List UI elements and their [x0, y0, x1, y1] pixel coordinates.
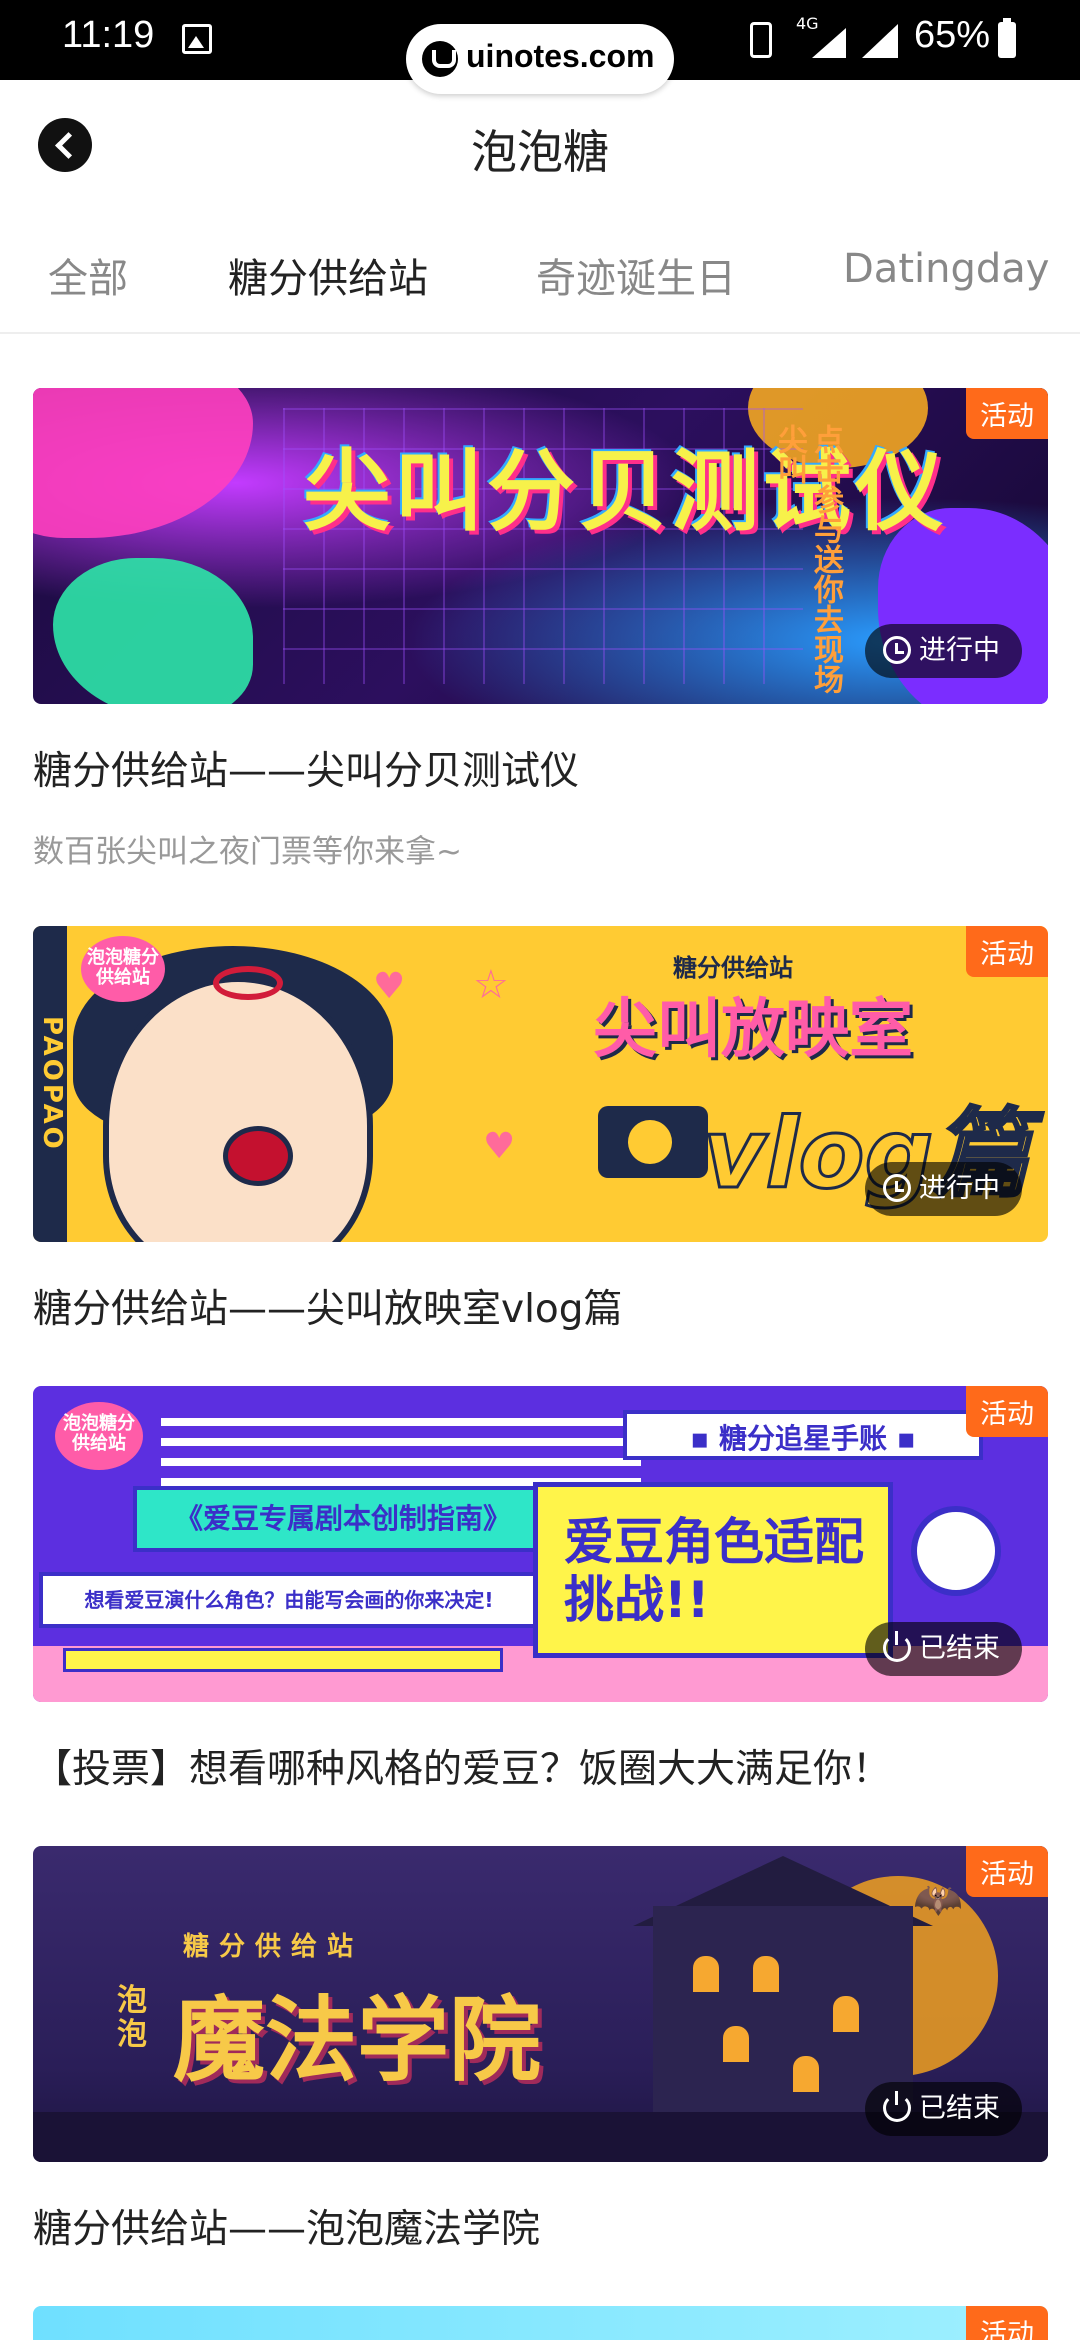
status-chip-label: 进行中: [919, 635, 1000, 666]
banner-logo: 泡泡糖分供给站: [81, 936, 165, 1002]
banner-logo: 泡泡糖分供给站: [55, 1402, 143, 1470]
star-icon: ☆: [473, 962, 509, 1008]
tab-all[interactable]: 全部: [48, 246, 128, 304]
signal-strength-icon: [862, 24, 898, 58]
tab-datingday[interactable]: Datingday: [843, 246, 1049, 292]
banner-desc: 想看爱豆演什么角色？由能写会画的你来决定!: [39, 1572, 539, 1628]
illustration-bow: [213, 966, 283, 1000]
status-chip: 进行中: [865, 624, 1022, 678]
house-window: [793, 2056, 819, 2092]
banner-small-title: 糖分供给站: [183, 1932, 364, 1962]
card-title[interactable]: 糖分供给站——尖叫放映室vlog篇: [33, 1278, 1048, 1334]
activity-tag: 活动: [966, 388, 1048, 439]
activity-tag: 活动: [966, 1846, 1048, 1897]
status-chip: 进行中: [865, 1162, 1022, 1216]
status-chip: 已结束: [865, 1622, 1022, 1676]
banner-guide: 《爱豆专属剧本创制指南》: [133, 1486, 553, 1552]
camera-icon: [598, 1106, 708, 1178]
banner-side-text: 泡泡: [117, 1983, 147, 2052]
house-window: [723, 2026, 749, 2062]
house-window: [833, 1996, 859, 2032]
feed-card[interactable]: 活动: [33, 2306, 1048, 2340]
tab-sugar-station[interactable]: 糖分供给站: [228, 246, 428, 304]
feed-card[interactable]: 尖叫分贝测试仪 点击参与送你去现场尖叫 活动 进行中 糖分供给站——尖叫分贝测试…: [33, 388, 1048, 871]
banner-headline: 爱豆角色适配挑战!!: [533, 1482, 893, 1658]
banner-headline: 尖叫分贝测试仪: [303, 440, 948, 543]
feed-card[interactable]: 🦇 糖分供给站 泡泡 魔法学院 活动 已结束 糖分供给站——泡泡魔法学院: [33, 1846, 1048, 2254]
page-title: 泡泡糖: [471, 125, 609, 179]
clock-icon: [883, 1174, 911, 1202]
card-title[interactable]: 糖分供给站——尖叫分贝测试仪: [33, 740, 1048, 796]
gallery-icon: [182, 24, 212, 54]
nav-bar: 泡泡糖: [0, 80, 1080, 210]
tab-bar: 全部 糖分供给站 奇迹诞生日 Datingday: [0, 210, 1080, 334]
mobile-signal-icon: [812, 28, 846, 58]
smiley-icon: [911, 1506, 1001, 1596]
house-window: [693, 1956, 719, 1992]
status-chip: 已结束: [865, 2082, 1022, 2136]
card-banner[interactable]: 泡泡糖分供给站 ▪ 糖分追星手账 ▪ 《爱豆专属剧本创制指南》 想看爱豆演什么角…: [33, 1386, 1048, 1702]
card-banner[interactable]: 尖叫分贝测试仪 点击参与送你去现场尖叫 活动 进行中: [33, 388, 1048, 704]
uinotes-logo-icon: [422, 41, 458, 77]
banner-decoration: [63, 1648, 503, 1672]
card-banner[interactable]: PAOPAO 泡泡糖分供给站 ♥ ♥ ☆ 糖分供给站 尖叫放映室 vlog篇 活…: [33, 926, 1048, 1242]
banner-headline: 魔法学院: [173, 1987, 542, 2094]
battery-percent: 65%: [914, 14, 991, 56]
power-icon: [883, 1631, 911, 1662]
activity-tag: 活动: [966, 926, 1048, 977]
banner-stripe-text: PAOPAO: [33, 926, 67, 1242]
clock-icon: [883, 636, 911, 664]
app-screen: 11:19 uinotes.com 4G 65% 泡泡糖 全部 糖分供给站 奇迹…: [0, 0, 1080, 2340]
card-subtitle: 数百张尖叫之夜门票等你来拿~: [33, 834, 462, 870]
house-window: [753, 1956, 779, 1992]
feed-card[interactable]: PAOPAO 泡泡糖分供给站 ♥ ♥ ☆ 糖分供给站 尖叫放映室 vlog篇 活…: [33, 926, 1048, 1334]
card-title[interactable]: 【投票】想看哪种风格的爱豆？饭圈大大满足你！: [33, 1738, 1048, 1794]
card-banner[interactable]: 🦇 糖分供给站 泡泡 魔法学院 活动 已结束: [33, 1846, 1048, 2162]
banner-side-text: 点击参与送你去现场尖叫: [772, 424, 843, 694]
tab-miracle-birthday[interactable]: 奇迹诞生日: [536, 246, 736, 304]
status-chip-label: 进行中: [919, 1173, 1000, 1204]
heart-icon: ♥: [483, 1126, 516, 1167]
banner-decoration: [33, 388, 253, 538]
banner-decoration: [53, 558, 253, 704]
illustration-mouth: [223, 1126, 293, 1186]
site-badge-text: uinotes.com: [466, 38, 655, 74]
card-banner[interactable]: 活动: [33, 2306, 1048, 2340]
status-bar: 11:19 uinotes.com 4G 65%: [0, 0, 1080, 94]
activity-tag: 活动: [966, 2306, 1048, 2340]
vibrate-icon: [750, 22, 772, 58]
banner-small-title: 糖分供给站: [673, 954, 793, 982]
banner-headline: 尖叫放映室: [593, 993, 913, 1067]
activity-tag: 活动: [966, 1386, 1048, 1437]
power-icon: [883, 2091, 911, 2122]
status-chip-label: 已结束: [919, 1633, 1000, 1664]
battery-icon: [998, 18, 1016, 58]
bat-icon: 🦇: [913, 1877, 963, 1923]
card-title[interactable]: 糖分供给站——泡泡魔法学院: [33, 2198, 1048, 2254]
banner-decoration: [161, 1416, 641, 1486]
feed-card[interactable]: 泡泡糖分供给站 ▪ 糖分追星手账 ▪ 《爱豆专属剧本创制指南》 想看爱豆演什么角…: [33, 1386, 1048, 1794]
heart-icon: ♥: [373, 966, 406, 1007]
status-chip-label: 已结束: [919, 2093, 1000, 2124]
status-time: 11:19: [62, 14, 155, 56]
banner-box-top: ▪ 糖分追星手账 ▪: [623, 1410, 983, 1460]
